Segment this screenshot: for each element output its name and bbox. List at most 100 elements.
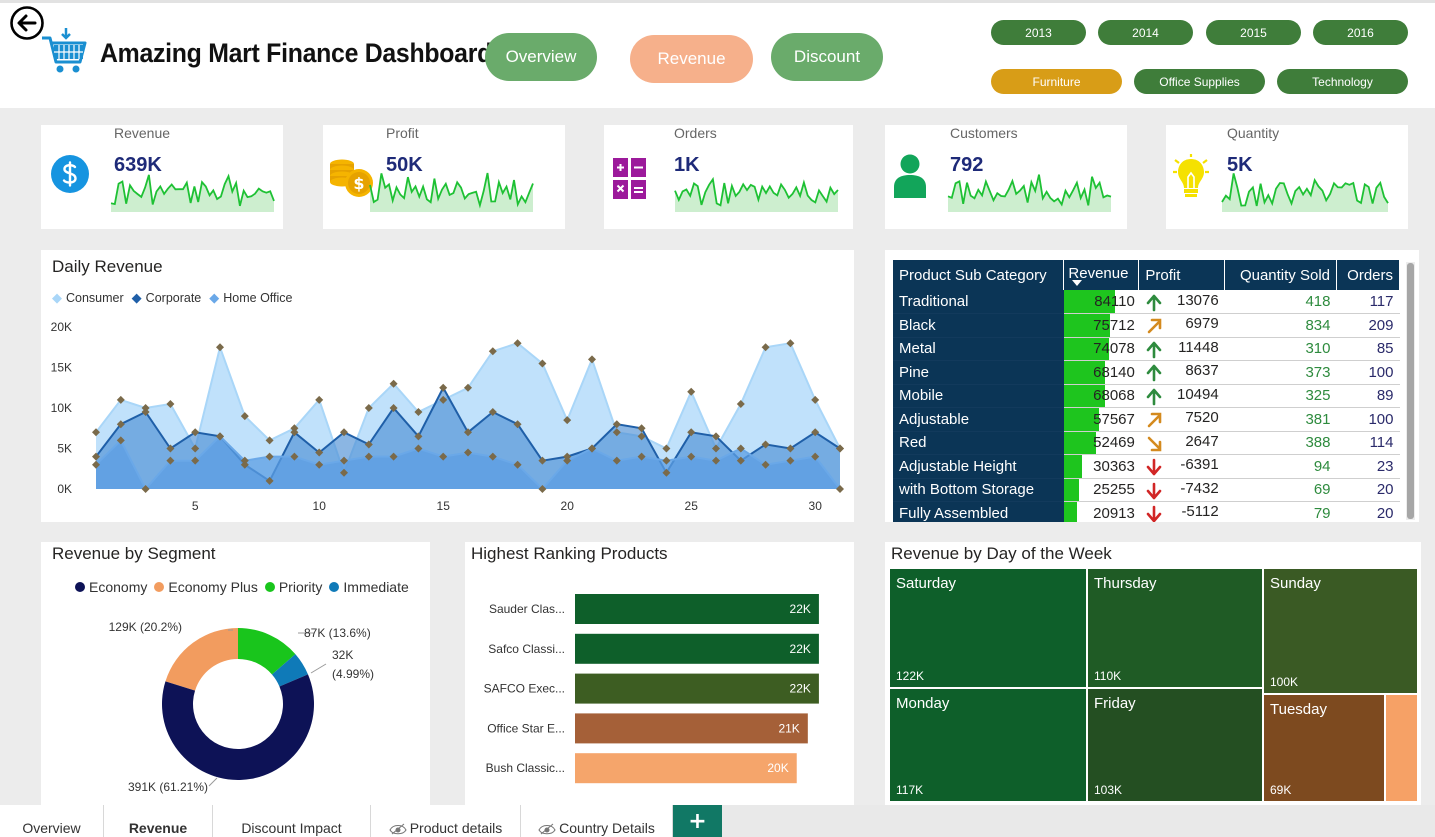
hidden-eye-icon (538, 823, 556, 835)
ranking-bar-chart[interactable]: Sauder Clas... 22K Safco Classi... 22K SAFCO… (465, 582, 854, 802)
trend-arrow-icon (1146, 482, 1162, 500)
bar-value-label: 22K (790, 642, 811, 656)
tab-country-details[interactable]: Country Details (521, 805, 673, 837)
profit-cell: 7520 (1138, 407, 1225, 432)
nav-revenue-button[interactable]: Revenue (630, 35, 753, 83)
legend-immediate[interactable]: Immediate (329, 579, 409, 595)
tile-value-label: 117K (896, 783, 924, 797)
column-header[interactable]: Quantity Sold (1224, 260, 1337, 290)
legend-label: Economy (89, 579, 148, 595)
orders-cell: 100 (1336, 360, 1400, 385)
table-row[interactable]: Metal 74078 11448 310 85 (893, 337, 1400, 361)
revenue-cell: 68068 (1063, 384, 1139, 408)
data-point-marker (687, 387, 696, 396)
column-header[interactable]: Orders (1336, 260, 1400, 290)
tab-label: Revenue (128, 820, 188, 836)
treemap-tile-saturday[interactable]: Saturday 122K (890, 569, 1086, 687)
category-slicer-furniture[interactable]: Furniture (991, 69, 1122, 94)
weekday-treemap[interactable]: Saturday 122K Thursday 110K Sunday 100K Monday… (890, 569, 1417, 801)
tab-label: Product details (409, 820, 503, 836)
add-page-button[interactable]: + (673, 805, 722, 837)
category-slicer-office-supplies[interactable]: Office Supplies (1134, 69, 1265, 94)
treemap-tile-thursday[interactable]: Thursday 110K (1088, 569, 1262, 687)
treemap-tile-extra[interactable] (1386, 695, 1417, 801)
tab-product-details[interactable]: Product details (371, 805, 521, 837)
quantity-cell: 310 (1224, 337, 1337, 361)
y-tick-label: 0K (57, 482, 72, 496)
top-divider (0, 0, 1435, 3)
table-row[interactable]: Adjustable 57567 7520 381 100 (893, 407, 1400, 432)
kpi-label: Quantity (1227, 125, 1280, 141)
legend-priority[interactable]: Priority (264, 579, 323, 595)
trend-arrow-icon (1147, 318, 1162, 334)
table-row[interactable]: Pine 68140 8637 373 100 (893, 360, 1400, 385)
table-row[interactable]: with Bottom Storage 25255 -7432 69 20 (893, 478, 1400, 502)
treemap-tile-sunday[interactable]: Sunday 100K (1264, 569, 1417, 693)
legend-label: Home Office (223, 291, 293, 305)
revenue-cell: 75712 (1063, 313, 1139, 338)
x-tick-label: 10 (313, 499, 327, 513)
treemap-tile-tuesday[interactable]: Tuesday 69K (1264, 695, 1384, 801)
revenue-data-bar (1063, 502, 1077, 522)
trend-arrow-icon (1146, 294, 1162, 311)
tab-discount-impact[interactable]: Discount Impact (213, 805, 371, 837)
segment-panel: Revenue by Segment Economy Economy Plus … (41, 542, 430, 805)
daily-revenue-panel: Daily Revenue ◆ Consumer ◆ Corporate ◆ Home… (41, 250, 854, 522)
orders-cell: 85 (1336, 337, 1400, 361)
column-header[interactable]: Product Sub Category (893, 260, 1065, 290)
year-slicer-2013[interactable]: 2013 (991, 20, 1086, 45)
year-slicer-2016[interactable]: 2016 (1313, 20, 1408, 45)
profit-value: 8637 (1185, 362, 1219, 380)
table-scrollbar-track[interactable] (1406, 262, 1415, 520)
year-slicer-2014[interactable]: 2014 (1098, 20, 1193, 45)
table-row[interactable]: Traditional 84110 13076 418 117 (893, 290, 1400, 314)
profit-value: -6391 (1180, 456, 1219, 474)
nav-discount-button[interactable]: Discount (771, 33, 883, 81)
daily-revenue-chart[interactable]: 0K 5K 10K 15K 20K 5 10 15 20 25 30 (41, 310, 854, 520)
legend-marker-icon: ◆ (131, 290, 142, 305)
profit-value: 11448 (1178, 338, 1219, 356)
nav-overview-button[interactable]: Overview (485, 33, 597, 81)
bar-1 (575, 594, 819, 624)
lightbulb-icon (1173, 154, 1209, 197)
table-row[interactable]: Black 75712 6979 834 209 (893, 313, 1400, 338)
profit-value: 7520 (1185, 409, 1219, 427)
revenue-sparkline (110, 173, 275, 212)
data-point-marker (216, 343, 224, 352)
treemap-tile-monday[interactable]: Monday 117K (890, 689, 1086, 801)
table-scrollbar-thumb[interactable] (1407, 263, 1414, 519)
year-slicer-2015[interactable]: 2015 (1206, 20, 1301, 45)
legend-economy-plus[interactable]: Economy Plus (154, 579, 258, 595)
legend-consumer[interactable]: ◆ Consumer (52, 290, 124, 306)
column-header-label: Revenue (1068, 264, 1129, 282)
profit-cell: 10494 (1138, 384, 1225, 408)
legend-corporate[interactable]: ◆ Corporate (132, 290, 202, 306)
legend-economy[interactable]: Economy (75, 579, 147, 595)
table-row[interactable]: Red 52469 2647 388 114 (893, 431, 1400, 455)
legend-home-office[interactable]: ◆ Home Office (209, 290, 292, 306)
leader-line (310, 663, 327, 674)
tab-revenue[interactable]: Revenue (104, 805, 213, 837)
legend-marker-icon: ◆ (209, 290, 220, 305)
bar-value-label: 20K (767, 761, 788, 775)
bar-category-label: Office Star E... (487, 721, 565, 735)
tile-day-label: Friday (1094, 695, 1136, 712)
segment-donut-chart[interactable]: 129K (20.2%) 87K (13.6%) 32K (4.99%) 391K (6… (41, 602, 430, 802)
ranking-panel: Highest Ranking Products Sauder Clas... 2… (465, 542, 854, 805)
kpi-label: Customers (950, 125, 1018, 141)
revenue-value: 68068 (1093, 387, 1135, 405)
subcategory-cell: Red (893, 431, 1064, 455)
column-header[interactable]: Profit (1138, 260, 1226, 290)
bar-category-label: Sauder Clas... (489, 602, 565, 616)
revenue-cell: 25255 (1063, 478, 1139, 502)
column-header[interactable]: Revenue (1063, 260, 1140, 290)
table-row[interactable]: Mobile 68068 10494 325 89 (893, 384, 1400, 408)
category-slicer-technology[interactable]: Technology (1277, 69, 1408, 94)
tab-overview[interactable]: Overview (0, 805, 104, 837)
revenue-data-bar (1063, 478, 1080, 501)
legend-label: Priority (278, 579, 323, 595)
table-row[interactable]: Fully Assembled 20913 -5112 79 20 (893, 501, 1400, 522)
table-row[interactable]: Adjustable Height 30363 -6391 94 23 (893, 454, 1400, 479)
subcategory-table: Product Sub Category Revenue Profit Quan… (893, 260, 1400, 522)
treemap-tile-friday[interactable]: Friday 103K (1088, 689, 1262, 801)
